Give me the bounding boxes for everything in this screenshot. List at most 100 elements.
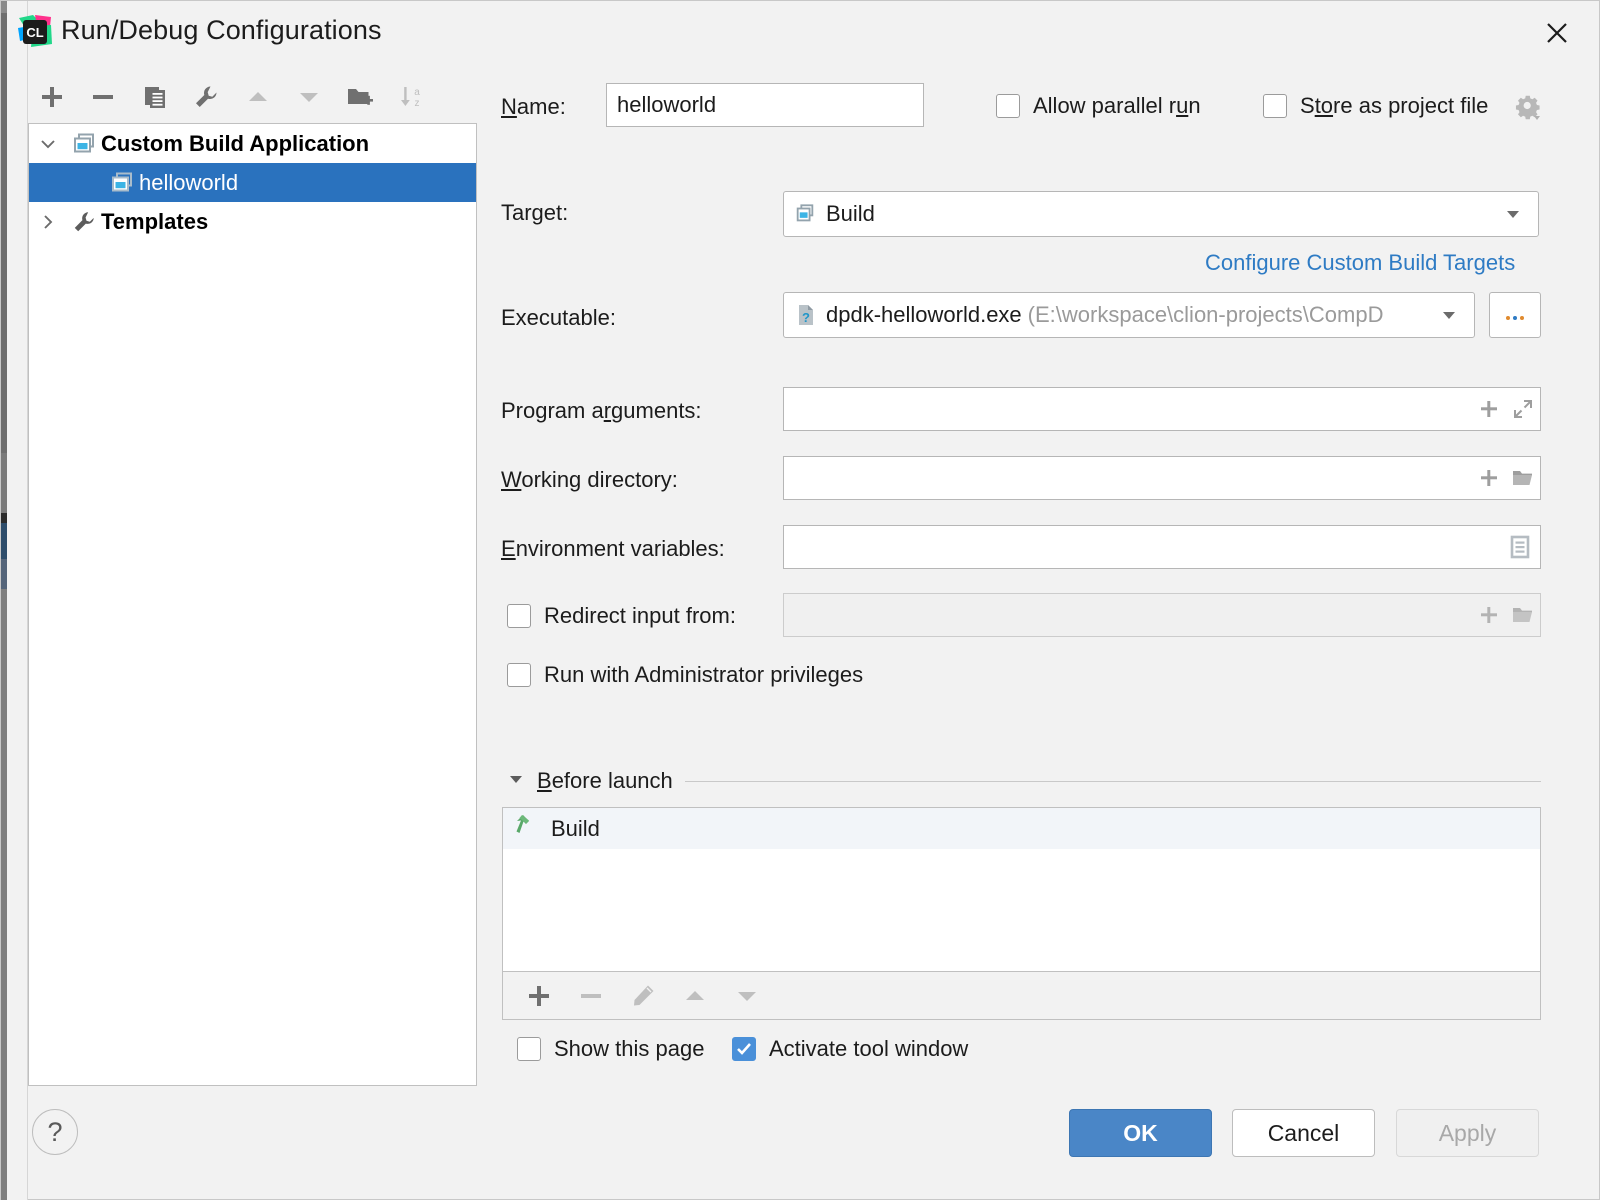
redirect-input-label: Redirect input from:	[544, 603, 736, 628]
checkbox-box[interactable]	[507, 604, 531, 628]
application-icon	[67, 132, 101, 156]
dialog-title: Run/Debug Configurations	[61, 15, 382, 45]
environment-variables-label: Environment variables:	[501, 536, 725, 561]
configure-custom-build-targets-link[interactable]: Configure Custom Build Targets	[1205, 250, 1515, 276]
svg-text:CL: CL	[26, 25, 43, 40]
before-launch-toolbar	[502, 972, 1541, 1020]
copy-configuration-button[interactable]	[132, 73, 178, 121]
checkbox-box[interactable]	[996, 94, 1020, 118]
dialog-left-margin	[7, 1, 27, 1200]
move-task-up-button[interactable]	[671, 974, 719, 1018]
checkbox-box[interactable]	[507, 663, 531, 687]
redirect-input-checkbox[interactable]: Redirect input from:	[507, 603, 736, 629]
close-icon[interactable]	[1535, 11, 1579, 55]
checkbox-box[interactable]	[517, 1037, 541, 1061]
tree-item-label: Custom Build Application	[101, 130, 370, 156]
move-task-down-button[interactable]	[723, 974, 771, 1018]
run-debug-configurations-dialog: CL Run/Debug Configurations a z Custom B…	[0, 0, 1600, 1200]
chevron-down-icon[interactable]	[29, 134, 67, 154]
insert-macro-icon[interactable]	[1472, 604, 1506, 626]
target-label: Target:	[501, 200, 569, 225]
folder-icon[interactable]	[1506, 604, 1540, 626]
activate-tool-window-checkbox[interactable]: Activate tool window	[732, 1036, 968, 1062]
cancel-button-label: Cancel	[1267, 1119, 1340, 1146]
environment-variables-input[interactable]	[783, 525, 1541, 569]
cancel-button[interactable]: Cancel	[1232, 1109, 1375, 1157]
executable-value: dpdk-helloworld.exe	[826, 302, 1022, 327]
remove-configuration-button[interactable]	[80, 73, 126, 121]
tree-item-helloworld[interactable]: helloworld	[29, 163, 476, 202]
ok-button-label: OK	[1123, 1119, 1158, 1146]
svg-text:z: z	[415, 98, 420, 109]
name-label: Name:	[501, 94, 566, 119]
configurations-toolbar: a z	[29, 73, 477, 123]
redirect-input-field[interactable]	[783, 593, 1541, 637]
add-configuration-button[interactable]	[29, 73, 75, 121]
move-down-button[interactable]	[286, 73, 332, 121]
svg-text:a: a	[414, 87, 420, 98]
store-as-project-file-checkbox[interactable]: Store as project file	[1263, 93, 1488, 119]
help-button[interactable]: ?	[32, 1109, 78, 1155]
chevron-down-icon[interactable]	[1496, 204, 1530, 224]
executable-browse-button[interactable]	[1489, 292, 1541, 338]
chevron-right-icon[interactable]	[29, 212, 67, 232]
configurations-tree[interactable]: Custom Build Application helloworld Temp…	[28, 123, 477, 1086]
before-launch-title: Before launch	[537, 768, 673, 793]
insert-macro-icon[interactable]	[1472, 467, 1506, 489]
working-directory-label: Working directory:	[501, 467, 678, 492]
edit-templates-button[interactable]	[183, 73, 229, 121]
application-icon	[67, 171, 139, 195]
wrench-icon	[67, 210, 101, 234]
before-launch-item-build[interactable]: Build	[503, 808, 1540, 849]
tree-item-label: helloworld	[139, 169, 239, 195]
show-this-page-label: Show this page	[554, 1036, 705, 1061]
new-folder-button[interactable]	[337, 73, 383, 121]
build-hammer-icon	[513, 813, 539, 845]
remove-task-button[interactable]	[567, 974, 615, 1018]
name-input-value: helloworld	[617, 92, 717, 117]
edit-task-button[interactable]	[619, 974, 667, 1018]
allow-parallel-run-checkbox[interactable]: Allow parallel run	[996, 93, 1201, 119]
before-launch-list[interactable]: Build	[502, 807, 1541, 972]
move-up-button[interactable]	[235, 73, 281, 121]
name-input[interactable]: helloworld	[606, 83, 924, 127]
tree-item-label: Templates	[101, 208, 209, 234]
run-as-administrator-label: Run with Administrator privileges	[544, 662, 864, 687]
target-icon	[794, 203, 816, 225]
gear-icon[interactable]	[1513, 92, 1543, 127]
ok-button[interactable]: OK	[1069, 1109, 1212, 1157]
working-directory-input[interactable]	[783, 456, 1541, 500]
triangle-down-icon[interactable]	[507, 770, 525, 793]
program-arguments-label: Program arguments:	[501, 398, 702, 423]
executable-label: Executable:	[501, 305, 616, 330]
add-task-button[interactable]	[515, 974, 563, 1018]
activate-tool-window-label: Activate tool window	[769, 1036, 969, 1061]
insert-macro-icon[interactable]	[1472, 398, 1506, 420]
allow-parallel-run-label: Allow parallel run	[1033, 93, 1201, 118]
run-as-administrator-checkbox[interactable]: Run with Administrator privileges	[507, 662, 863, 688]
target-value: Build	[826, 201, 875, 226]
checkbox-box[interactable]	[1263, 94, 1287, 118]
show-this-page-checkbox[interactable]: Show this page	[517, 1036, 704, 1062]
executable-path: (E:\workspace\clion-projects\CompD	[1027, 302, 1384, 327]
target-dropdown[interactable]: Build	[783, 191, 1539, 237]
tree-item-custom-build-application[interactable]: Custom Build Application	[29, 124, 476, 163]
chevron-down-icon[interactable]	[1432, 305, 1466, 325]
help-question-icon: ?	[47, 1116, 63, 1147]
folder-icon[interactable]	[1506, 467, 1540, 489]
browse-ellipsis-icon	[1502, 302, 1528, 328]
before-launch-item-label: Build	[551, 815, 600, 841]
executable-unknown-icon: ?	[794, 303, 818, 327]
apply-button-label: Apply	[1438, 1119, 1497, 1146]
clion-logo-icon: CL	[17, 14, 53, 50]
apply-button[interactable]: Apply	[1396, 1109, 1539, 1157]
edit-list-icon[interactable]	[1500, 535, 1540, 559]
expand-icon[interactable]	[1506, 398, 1540, 420]
checkbox-box[interactable]	[732, 1037, 756, 1061]
svg-text:?: ?	[802, 310, 810, 325]
tree-item-templates[interactable]: Templates	[29, 202, 476, 241]
program-arguments-input[interactable]	[783, 387, 1541, 431]
sort-alphabetically-button[interactable]: a z	[389, 73, 435, 121]
before-launch-header[interactable]: Before launch	[507, 768, 1541, 794]
executable-dropdown[interactable]: ? dpdk-helloworld.exe (E:\workspace\clio…	[783, 292, 1475, 338]
